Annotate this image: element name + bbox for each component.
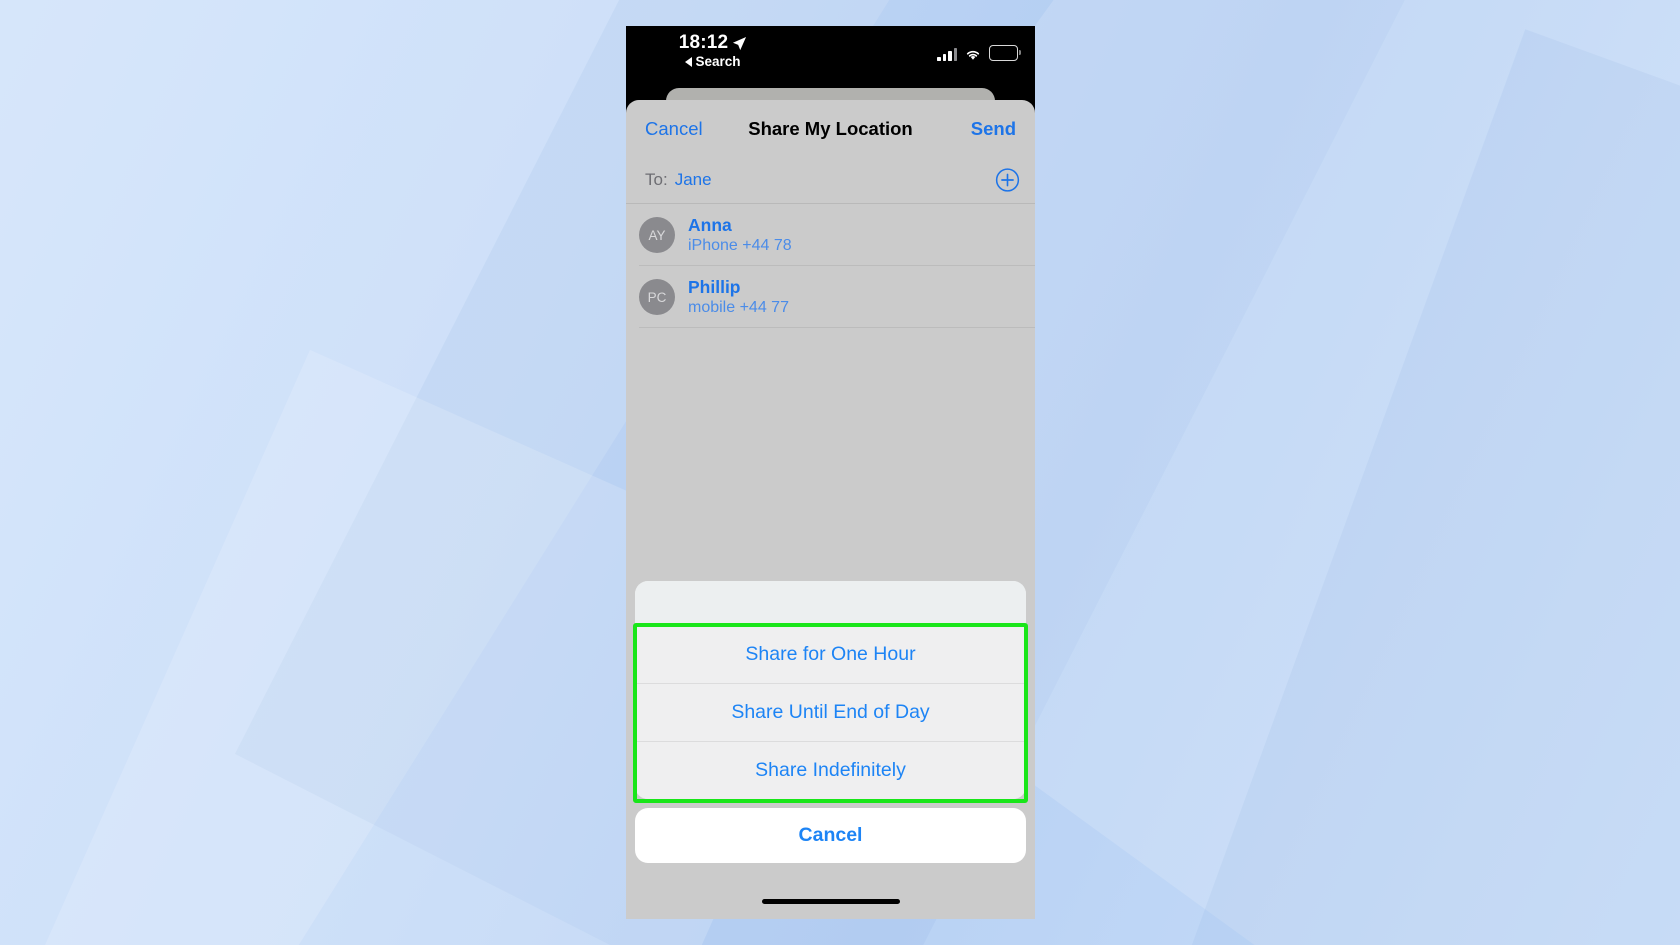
to-label: To: bbox=[645, 170, 668, 189]
share-until-end-of-day-option[interactable]: Share Until End of Day bbox=[635, 683, 1026, 741]
send-button[interactable]: Send bbox=[971, 118, 1016, 140]
contact-detail: mobile +44 77 bbox=[688, 298, 789, 316]
contact-name: Phillip bbox=[688, 276, 741, 297]
contact-list: AY Anna iPhone +44 78 PC Phillip mobile … bbox=[626, 204, 1035, 328]
contact-text: Anna iPhone +44 78 bbox=[688, 215, 792, 256]
recipient-value[interactable]: Jane bbox=[675, 170, 712, 190]
contact-name: Anna bbox=[688, 214, 732, 235]
status-time: 18:12 bbox=[678, 32, 729, 53]
recipient-field[interactable]: To: Jane bbox=[626, 157, 1035, 204]
contact-text: Phillip mobile +44 77 bbox=[688, 277, 789, 318]
phone-screen: 18:12 Search Cancel Share My Location Se… bbox=[626, 26, 1035, 919]
action-sheet-cancel-button[interactable]: Cancel bbox=[635, 808, 1026, 863]
contact-detail: iPhone +44 78 bbox=[688, 236, 792, 254]
sheet-nav-bar: Cancel Share My Location Send bbox=[626, 100, 1035, 157]
share-one-hour-option[interactable]: Share for One Hour bbox=[635, 625, 1026, 683]
battery-full-icon bbox=[989, 45, 1021, 61]
status-bar-left: 18:12 Search bbox=[638, 32, 788, 69]
location-arrow-icon bbox=[733, 36, 747, 50]
cancel-button[interactable]: Cancel bbox=[645, 118, 703, 140]
plus-circle-icon[interactable] bbox=[995, 168, 1020, 193]
share-indefinitely-option[interactable]: Share Indefinitely bbox=[635, 741, 1026, 799]
signal-bars-icon bbox=[937, 47, 957, 61]
avatar: PC bbox=[639, 279, 675, 315]
triangle-left-icon bbox=[685, 56, 693, 67]
back-to-search-button[interactable]: Search bbox=[638, 54, 788, 69]
action-sheet-options-group: Share for One Hour Share Until End of Da… bbox=[635, 581, 1026, 799]
home-indicator[interactable] bbox=[761, 898, 900, 904]
status-time-group: 18:12 bbox=[638, 32, 788, 54]
back-label: Search bbox=[695, 54, 741, 69]
share-duration-action-sheet: Share for One Hour Share Until End of Da… bbox=[633, 581, 1028, 863]
action-sheet-header bbox=[635, 581, 1026, 625]
wifi-icon bbox=[966, 50, 980, 60]
status-bar-right bbox=[937, 45, 1021, 61]
contact-row[interactable]: AY Anna iPhone +44 78 bbox=[626, 204, 1035, 266]
contact-row[interactable]: PC Phillip mobile +44 77 bbox=[626, 266, 1035, 328]
status-bar: 18:12 Search bbox=[626, 26, 1035, 94]
share-location-sheet: Cancel Share My Location Send To: Jane A… bbox=[626, 100, 1035, 919]
avatar: AY bbox=[639, 217, 675, 253]
